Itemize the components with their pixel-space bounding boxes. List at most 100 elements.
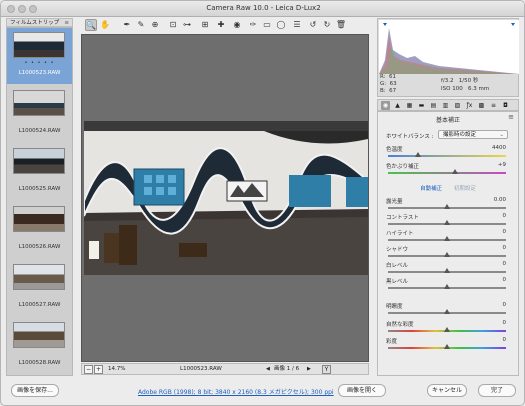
tone-curve-tab-icon[interactable]: ▲	[393, 101, 402, 110]
basic-panel-title: 基本補正	[435, 117, 460, 124]
camera-calibration-tab-icon[interactable]: ▩	[477, 101, 486, 110]
tint-slider-track[interactable]	[388, 172, 506, 174]
filmstrip-item[interactable]: L1000527.RAW	[7, 260, 72, 316]
clarity-slider-thumb[interactable]	[444, 309, 450, 314]
color-sampler-icon[interactable]: ✎	[135, 19, 147, 31]
cancel-button[interactable]: キャンセル	[427, 384, 467, 397]
rating-dots[interactable]: • • • • •	[7, 60, 72, 66]
exposure-slider-thumb[interactable]	[444, 204, 450, 209]
zoom-in-button[interactable]: +	[94, 365, 103, 374]
contrast-value[interactable]: 0	[476, 213, 507, 219]
filmstrip-thumbnail	[13, 148, 65, 174]
saturation-value[interactable]: 0	[476, 337, 507, 343]
rotate-cw-icon[interactable]: ↻	[321, 19, 333, 31]
blacks-slider-thumb[interactable]	[444, 284, 450, 289]
filmstrip-item[interactable]: L1000525.RAW	[7, 144, 72, 200]
preferences-icon[interactable]: ☰	[291, 19, 303, 31]
white-balance-select[interactable]: 撮影時の設定 ⌄	[438, 130, 508, 139]
prev-image-icon[interactable]: ◀	[266, 364, 270, 375]
gallery-photo	[84, 121, 368, 275]
filmstrip-menu-icon[interactable]: ≡	[64, 19, 69, 27]
auto-link[interactable]: 自動補正	[420, 186, 442, 192]
filmstrip-item[interactable]: L1000526.RAW	[7, 202, 72, 258]
filmstrip-item[interactable]: • • • • • L1000523.RAW	[7, 28, 72, 84]
filmstrip-label: L1000526.RAW	[18, 244, 61, 250]
filmstrip-title: フィルムストリップ	[10, 20, 60, 26]
filmstrip[interactable]: • • • • • L1000523.RAW L1000524.RAW L100052…	[6, 27, 73, 376]
snapshots-tab-icon[interactable]: ◘	[501, 101, 510, 110]
white-balance-icon[interactable]: ✒	[121, 19, 133, 31]
exposure-label: 露光量	[386, 199, 403, 205]
trash-icon[interactable]: 🗑	[335, 19, 347, 31]
split-toning-tab-icon[interactable]: ▤	[429, 101, 438, 110]
saturation-slider-row: 彩度 0	[378, 337, 520, 355]
clarity-value[interactable]: 0	[476, 302, 507, 308]
tint-value[interactable]: +9	[476, 162, 506, 168]
targeted-adjust-icon[interactable]: ⊕	[149, 19, 161, 31]
vibrance-value[interactable]: 0	[476, 320, 507, 326]
filmstrip-label: L1000523.RAW	[18, 70, 61, 76]
window-title: Camera Raw 10.0 - Leica D-Lux2	[206, 4, 321, 12]
filmstrip-header: フィルムストリップ ≡	[6, 18, 73, 27]
filmstrip-item[interactable]: L1000524.RAW	[7, 86, 72, 142]
zoom-icon[interactable]: 🔍	[85, 19, 97, 31]
spot-removal-icon[interactable]: ✚	[215, 19, 227, 31]
image-preview[interactable]	[81, 34, 369, 362]
rotate-ccw-icon[interactable]: ↺	[307, 19, 319, 31]
done-button[interactable]: 完了	[478, 384, 516, 397]
highlights-value[interactable]: 0	[476, 229, 507, 235]
saturation-slider-thumb[interactable]	[444, 344, 450, 349]
fx-tab-icon[interactable]: ƒx	[465, 101, 474, 110]
highlights-slider-thumb[interactable]	[444, 236, 450, 241]
presets-tab-icon[interactable]: ≡	[489, 101, 498, 110]
clarity-label: 明瞭度	[386, 304, 403, 310]
transform-icon[interactable]: ⊞	[199, 19, 211, 31]
shadows-slider-thumb[interactable]	[444, 252, 450, 257]
whites-value[interactable]: 0	[476, 261, 507, 267]
filmstrip-item[interactable]: L1000528.RAW	[7, 318, 72, 374]
temp-slider-track[interactable]	[388, 155, 506, 157]
filmstrip-thumbnail	[13, 90, 65, 116]
basic-panel: 基本補正 ≡ ホワイトバランス : 撮影時の設定 ⌄ 自動補正 初期設定 色温度…	[377, 111, 519, 376]
zoom-level[interactable]: 14.7%	[108, 364, 125, 375]
chevron-down-icon: ⌄	[499, 132, 504, 138]
exposure-value[interactable]: 0.00	[476, 197, 506, 203]
graduated-filter-icon[interactable]: ▭	[261, 19, 273, 31]
hsl-tab-icon[interactable]: ▬	[417, 101, 426, 110]
panel-tabs: ◉ ▲ ▦ ▬ ▤ ▥ ▨ ƒx ▩ ≡ ◘	[377, 99, 519, 111]
blacks-value[interactable]: 0	[476, 277, 507, 283]
toolbar: 🔍 ✋ ✒ ✎ ⊕ ⊡ ⊶ ⊞ ✚ ◉ ✑ ▭ ◯ ☰ ↺ ↻ 🗑	[81, 18, 371, 33]
exposure-info: f/3.2 1/50 秒 ISO 100 6.3 mm	[441, 78, 490, 92]
filmstrip-label: L1000527.RAW	[18, 302, 61, 308]
panel-menu-icon[interactable]: ≡	[508, 113, 514, 121]
adjustment-brush-icon[interactable]: ✑	[247, 19, 259, 31]
red-eye-icon[interactable]: ◉	[231, 19, 243, 31]
preview-filename: L1000523.RAW	[180, 366, 222, 372]
clarity-slider-row: 明瞭度 0	[378, 302, 520, 320]
workflow-options-link[interactable]: Adobe RGB (1998); 8 bit; 3840 x 2160 (8.…	[138, 387, 334, 396]
vibrance-slider-thumb[interactable]	[444, 327, 450, 332]
save-image-button[interactable]: 画像を保存...	[11, 384, 59, 397]
lens-tab-icon[interactable]: ▥	[441, 101, 450, 110]
shadows-value[interactable]: 0	[476, 245, 507, 251]
before-after-view-button[interactable]: Y	[322, 365, 331, 374]
temp-value[interactable]: 4400	[476, 145, 506, 151]
basic-tab-icon[interactable]: ◉	[381, 101, 390, 110]
hand-icon[interactable]: ✋	[99, 19, 111, 31]
next-image-icon[interactable]: ▶	[307, 364, 311, 375]
open-image-button[interactable]: 画像を開く	[338, 384, 386, 397]
tint-slider-thumb[interactable]	[452, 169, 459, 174]
histogram-chart	[379, 20, 519, 74]
temp-label: 色温度	[386, 147, 403, 153]
detail-tab-icon[interactable]: ▦	[405, 101, 414, 110]
filmstrip-label: L1000524.RAW	[18, 128, 61, 134]
straighten-icon[interactable]: ⊶	[181, 19, 193, 31]
effects-tab-icon[interactable]: ▨	[453, 101, 462, 110]
default-link[interactable]: 初期設定	[454, 186, 476, 192]
radial-filter-icon[interactable]: ◯	[275, 19, 287, 31]
zoom-out-button[interactable]: −	[84, 365, 93, 374]
whites-slider-thumb[interactable]	[444, 268, 450, 273]
crop-icon[interactable]: ⊡	[167, 19, 179, 31]
temp-slider-thumb[interactable]	[414, 152, 421, 157]
contrast-slider-thumb[interactable]	[444, 220, 450, 225]
